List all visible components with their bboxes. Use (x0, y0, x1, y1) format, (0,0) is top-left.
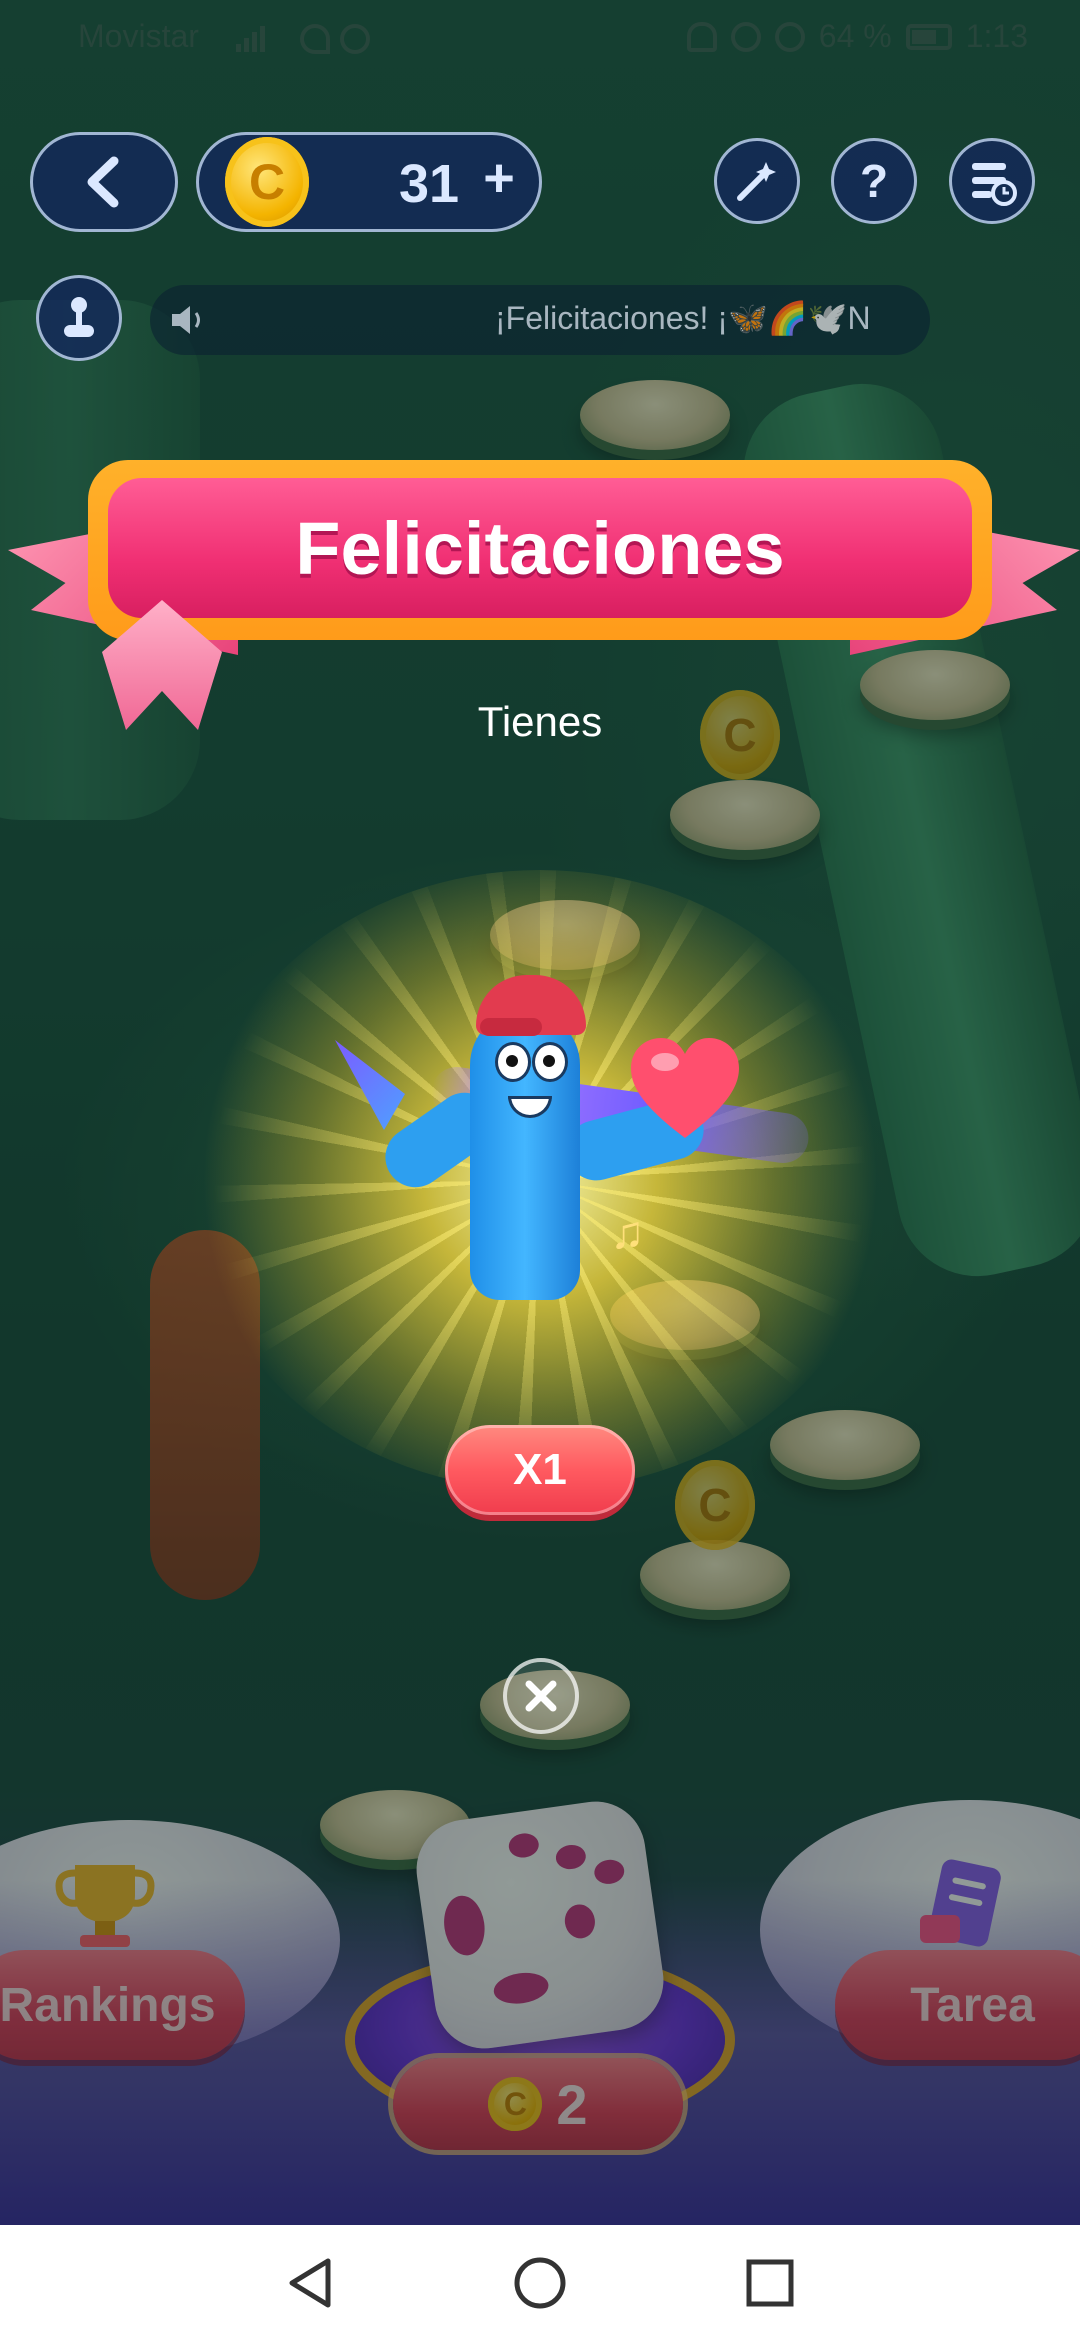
help-button[interactable]: ? (831, 138, 917, 224)
mascot-cap-brim (480, 1018, 542, 1036)
coin-count: 31 (399, 154, 460, 214)
ticker-text: ¡Felicitaciones! ¡🦋🌈🕊️N (495, 300, 871, 336)
question-icon: ? (859, 155, 889, 207)
popup-subtitle: Tienes (477, 698, 603, 745)
magic-wand-icon (737, 162, 776, 201)
close-icon (525, 1680, 557, 1712)
joystick-icon (64, 297, 94, 337)
speaker-icon (172, 306, 200, 334)
battery-icon (905, 23, 952, 50)
carrier-label: Movistar (78, 18, 199, 54)
close-button[interactable] (503, 1658, 579, 1734)
wifi-icon (300, 24, 330, 54)
magic-wand-button[interactable] (714, 138, 800, 224)
circle-home-icon (514, 2257, 566, 2309)
history-icon (972, 163, 1017, 206)
chevron-left-icon (87, 156, 119, 208)
coin-icon: C (225, 137, 309, 227)
clock: 1:13 (965, 18, 1028, 54)
mascot-eye-left (495, 1042, 531, 1082)
status-bar: Movistar 64 % 1:13 (0, 0, 1080, 76)
music-note-icon: ♫ (610, 1206, 645, 1258)
heart-icon (625, 1030, 745, 1150)
nav-recents-button[interactable] (742, 2255, 798, 2311)
announcement-ticker: ¡Felicitaciones! ¡🦋🌈🕊️N (150, 285, 930, 355)
whatsapp-icon (340, 24, 370, 54)
reward-multiplier-badge: X1 (445, 1425, 635, 1515)
mascot-eye-right (532, 1042, 568, 1082)
nav-home-button[interactable] (512, 2255, 568, 2311)
signal-icon (222, 22, 265, 60)
back-button[interactable] (30, 132, 178, 232)
triangle-back-icon (289, 2258, 331, 2308)
coin-balance-bar: C 31 + (196, 132, 542, 232)
history-button[interactable] (949, 138, 1035, 224)
battery-percent: 64 % (818, 18, 892, 54)
system-navigation-bar (0, 2225, 1080, 2340)
add-coins-button[interactable]: + (474, 147, 524, 208)
nav-back-button[interactable] (282, 2255, 338, 2311)
mute-icon (774, 21, 805, 52)
alarm-icon (730, 21, 761, 52)
popup-title: Felicitaciones (295, 507, 785, 590)
headphones-icon (686, 21, 717, 52)
joystick-button[interactable] (36, 275, 122, 361)
square-recents-icon (746, 2259, 794, 2307)
